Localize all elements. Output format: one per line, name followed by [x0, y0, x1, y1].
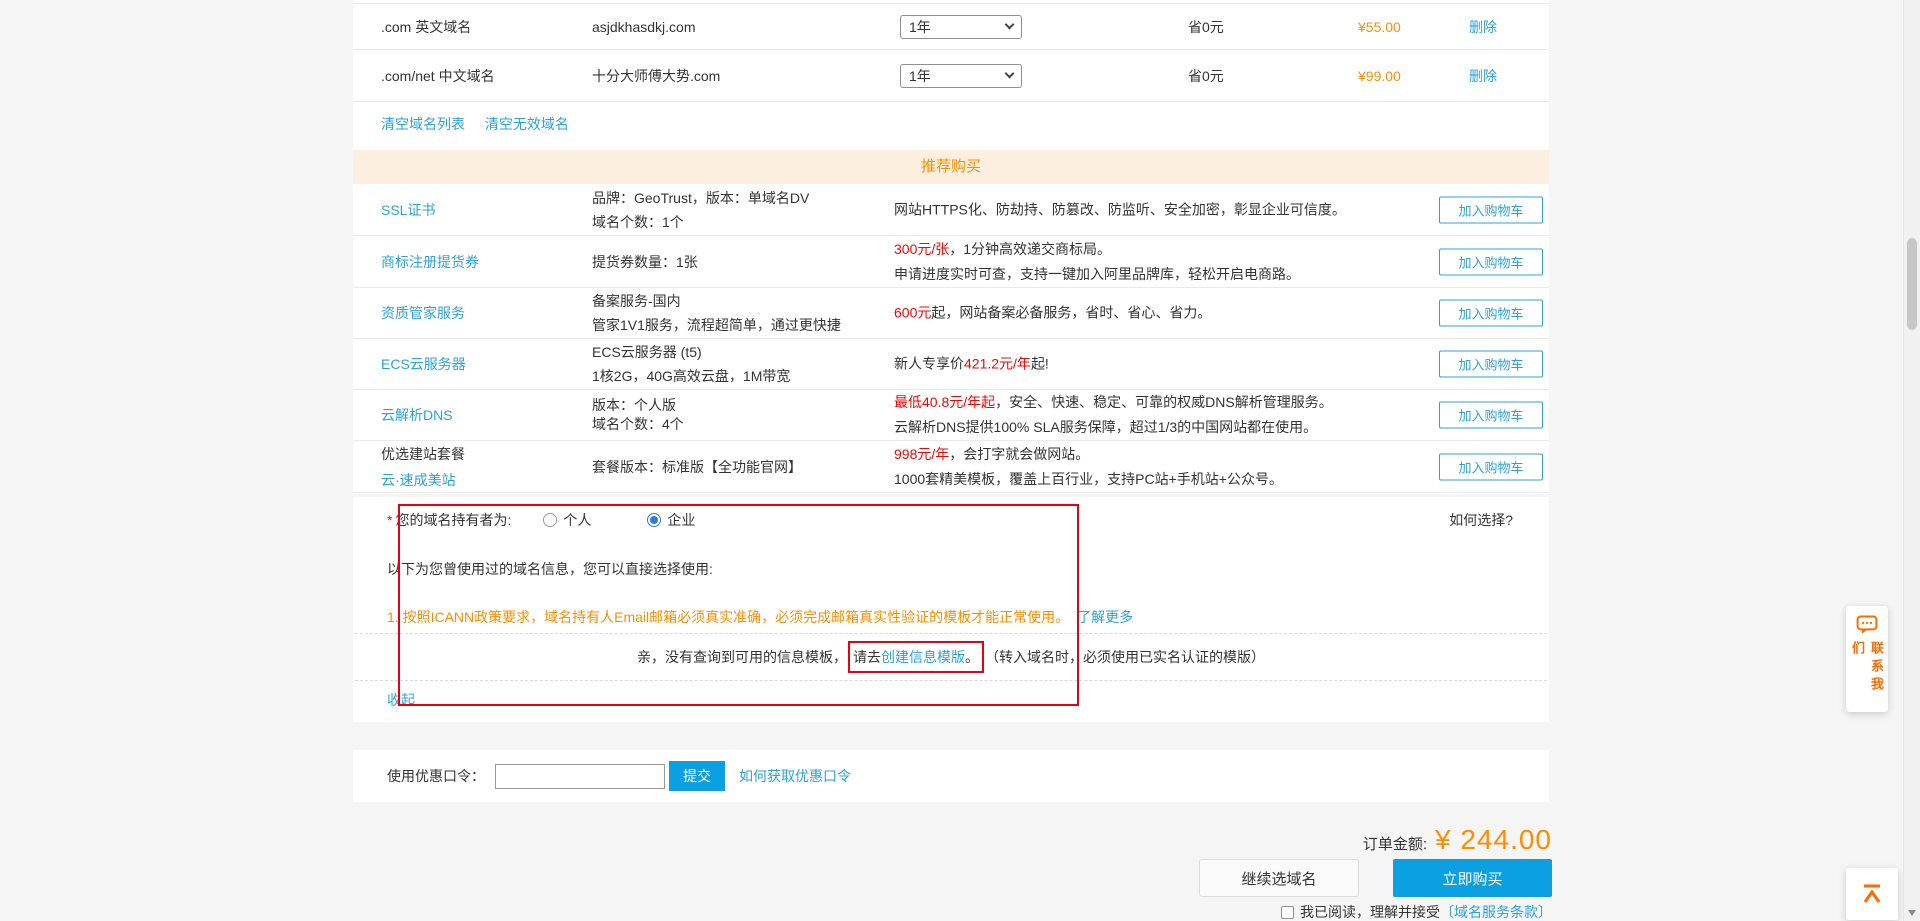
delete-link[interactable]: 删除 — [1469, 66, 1497, 86]
order-total-label: 订单金额: — [1363, 833, 1427, 854]
how-to-choose-link[interactable]: 如何选择? — [1449, 510, 1513, 530]
save-amount: 省0元 — [1188, 17, 1224, 37]
scrollbar-down-arrow[interactable] — [1908, 910, 1916, 916]
scrollbar-thumb[interactable] — [1907, 238, 1917, 330]
domain-cart-page: .com 英文域名 asjdkhasdkj.com 1年 省0元 ¥55.00 … — [0, 0, 1920, 921]
chevron-down-icon — [1005, 69, 1015, 79]
coupon-card: 使用优惠口令： 提交 如何获取优惠口令 — [353, 750, 1549, 802]
holder-question-row: * 您的域名持有者为: 个人 企业 — [387, 510, 695, 530]
create-template-highlight: 请去创建信息模版。 — [848, 641, 984, 673]
cart-row-com-domain: .com 英文域名 asjdkhasdkj.com 1年 省0元 ¥55.00 … — [353, 3, 1549, 50]
contact-us-widget[interactable]: 联系我们 — [1846, 606, 1888, 712]
product-specs: 套餐版本：标准版【全功能官网】 — [592, 455, 802, 479]
product-desc: 新人专享价421.2元/年起! — [894, 352, 1049, 377]
product-desc: 998元/年，会打字就会做网站。 1000套精美模板，覆盖上百行业，支持PC站+… — [894, 442, 1283, 492]
period-value: 1年 — [909, 17, 931, 37]
coupon-input[interactable] — [495, 764, 665, 789]
product-title: 优选建站套餐 云·速成美站 — [381, 441, 465, 493]
back-to-top-button[interactable] — [1846, 868, 1898, 920]
radio-selected-icon — [647, 513, 661, 527]
radio-personal[interactable]: 个人 — [543, 510, 591, 530]
product-title-link[interactable]: SSL证书 — [381, 202, 435, 218]
add-to-cart-button[interactable]: 加入购物车 — [1439, 196, 1543, 223]
coupon-submit-button[interactable]: 提交 — [669, 761, 725, 791]
required-asterisk: * — [387, 512, 392, 528]
recommend-header: 推荐购买 — [353, 150, 1549, 184]
product-title-link[interactable]: 云·速成美站 — [381, 472, 456, 488]
product-specs: 品牌：GeoTrust，版本：单域名DV 域名个数：1个 — [592, 186, 809, 234]
domain-holder-card: * 您的域名持有者为: 个人 企业 如何选择? 以下为您曾使用过的域名信息，您可… — [353, 497, 1549, 722]
product-title-link[interactable]: 云解析DNS — [381, 407, 453, 423]
terms-link[interactable]: 〔域名服务条款〕 — [1440, 902, 1552, 921]
coupon-label: 使用优惠口令： — [387, 766, 485, 786]
buy-now-button[interactable]: 立即购买 — [1393, 859, 1552, 897]
cart-and-recommend-card: .com 英文域名 asjdkhasdkj.com 1年 省0元 ¥55.00 … — [353, 0, 1549, 494]
clear-links: 清空域名列表 清空无效域名 — [381, 114, 585, 134]
add-to-cart-button[interactable]: 加入购物车 — [1439, 453, 1543, 480]
price: ¥99.00 — [1358, 68, 1401, 84]
radio-company[interactable]: 企业 — [647, 510, 695, 530]
agree-checkbox[interactable] — [1281, 906, 1294, 919]
learn-more-link[interactable]: 了解更多 — [1077, 609, 1133, 625]
order-total-value: ¥ 244.00 — [1435, 824, 1552, 856]
create-template-link[interactable]: 创建信息模版 — [881, 649, 965, 665]
agree-terms-row: 我已阅读，理解并接受 〔域名服务条款〕 — [1281, 902, 1552, 921]
period-select[interactable]: 1年 — [900, 15, 1022, 39]
add-to-cart-button[interactable]: 加入购物车 — [1439, 351, 1543, 378]
clear-domain-list-link[interactable]: 清空域名列表 — [381, 116, 465, 132]
recommend-row-ssl: SSL证书 品牌：GeoTrust，版本：单域名DV 域名个数：1个 网站HTT… — [353, 184, 1549, 236]
collapse-link[interactable]: 收起 — [387, 692, 415, 708]
add-to-cart-button[interactable]: 加入购物车 — [1439, 248, 1543, 275]
clear-invalid-domains-link[interactable]: 清空无效域名 — [485, 116, 569, 132]
product-desc: 300元/张，1分钟高效递交商标局。 申请进度实时可查，支持一键加入阿里品牌库，… — [894, 237, 1300, 287]
agree-text: 我已阅读，理解并接受 — [1300, 902, 1440, 921]
product-specs: 版本：个人版 域名个数：4个 — [592, 396, 684, 434]
delete-link[interactable]: 删除 — [1469, 17, 1497, 37]
chat-bubble-icon — [1856, 615, 1878, 635]
domain-type: .com/net 中文域名 — [381, 66, 495, 86]
recommend-row-ecs: ECS云服务器 ECS云服务器 (t5) 1核2G，40G高效云盘，1M带宽 新… — [353, 339, 1549, 390]
radio-icon — [543, 513, 557, 527]
recommend-list: SSL证书 品牌：GeoTrust，版本：单域名DV 域名个数：1个 网站HTT… — [353, 184, 1549, 493]
add-to-cart-button[interactable]: 加入购物车 — [1439, 402, 1543, 429]
product-title-link[interactable]: 资质管家服务 — [381, 305, 465, 321]
product-specs: 提货券数量：1张 — [592, 250, 698, 274]
product-desc: 600元起，网站备案必备服务，省时、省心、省力。 — [894, 301, 1211, 326]
product-title-link[interactable]: 商标注册提货券 — [381, 254, 479, 270]
product-specs: ECS云服务器 (t5) 1核2G，40G高效云盘，1M带宽 — [592, 340, 790, 388]
back-to-top-icon — [1859, 882, 1885, 906]
product-specs: 备案服务-国内 管家1V1服务，流程超简单，通过更快捷 — [592, 289, 841, 337]
recommend-row-sitebuilder: 优选建站套餐 云·速成美站 套餐版本：标准版【全功能官网】 998元/年，会打字… — [353, 441, 1549, 493]
add-to-cart-button[interactable]: 加入购物车 — [1439, 300, 1543, 327]
history-hint: 以下为您曾使用过的域名信息，您可以直接选择使用: — [387, 559, 713, 579]
domain-name: asjdkhasdkj.com — [592, 19, 696, 35]
cart-row-cn-domain: .com/net 中文域名 十分大师傅大势.com 1年 省0元 ¥99.00 … — [353, 50, 1549, 102]
period-value: 1年 — [909, 66, 931, 86]
icann-notice: 1. 按照ICANN政策要求，域名持有人Email邮箱必须真实准确，必须完成邮箱… — [387, 607, 1133, 627]
page-scrollbar — [1903, 0, 1920, 921]
domain-type: .com 英文域名 — [381, 17, 471, 37]
continue-select-domain-button[interactable]: 继续选域名 — [1199, 859, 1359, 897]
contact-us-label: 联系我们 — [1848, 641, 1886, 712]
domain-name: 十分大师傅大势.com — [592, 66, 720, 86]
save-amount: 省0元 — [1188, 66, 1224, 86]
holder-question-label: 您的域名持有者为: — [395, 510, 511, 530]
order-total: 订单金额: ¥ 244.00 — [1363, 824, 1552, 856]
recommend-row-dns: 云解析DNS 版本：个人版 域名个数：4个 最低40.8元/年起，安全、快速、稳… — [353, 390, 1549, 441]
empty-template-zone: 亲，没有查询到可用的信息模板，请去创建信息模版。（转入域名时，必须使用已实名认证… — [355, 633, 1547, 681]
product-desc: 最低40.8元/年起，安全、快速、稳定、可靠的权威DNS解析管理服务。 云解析D… — [894, 390, 1333, 440]
recommend-row-trademark: 商标注册提货券 提货券数量：1张 300元/张，1分钟高效递交商标局。 申请进度… — [353, 236, 1549, 288]
product-desc: 网站HTTPS化、防劫持、防篡改、防监听、安全加密，彰显企业可信度。 — [894, 197, 1346, 222]
coupon-help-link[interactable]: 如何获取优惠口令 — [739, 766, 851, 786]
price: ¥55.00 — [1358, 19, 1401, 35]
period-select[interactable]: 1年 — [900, 64, 1022, 88]
product-title-link[interactable]: ECS云服务器 — [381, 356, 466, 372]
chevron-down-icon — [1005, 20, 1015, 30]
recommend-row-qualification: 资质管家服务 备案服务-国内 管家1V1服务，流程超简单，通过更快捷 600元起… — [353, 288, 1549, 339]
